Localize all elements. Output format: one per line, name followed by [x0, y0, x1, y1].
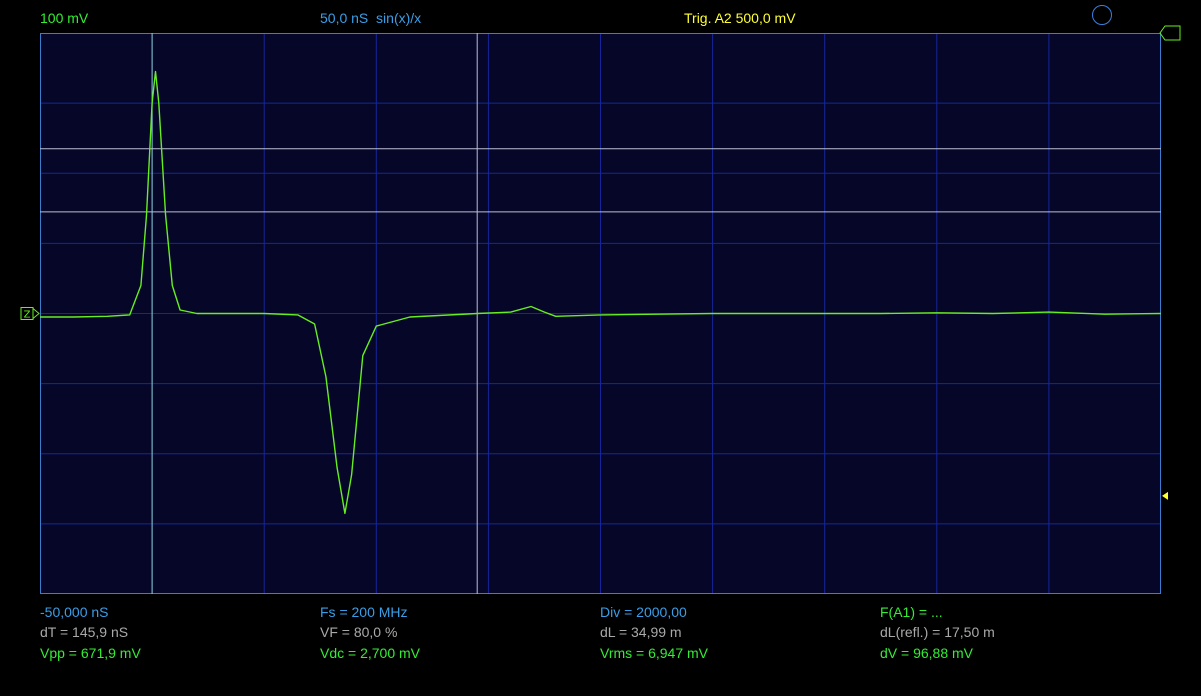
- ground-marker-label: Z: [24, 310, 31, 321]
- sample-rate: Fs = 200 MHz: [320, 604, 408, 620]
- vpp: Vpp = 671,9 mV: [40, 645, 141, 661]
- vdc: Vdc = 2,700 mV: [320, 645, 421, 661]
- vrms: Vrms = 6,947 mV: [600, 645, 709, 661]
- trigger-level-arrow-icon[interactable]: [1162, 491, 1168, 500]
- delta-l: dL = 34,99 m: [600, 624, 682, 640]
- function-value[interactable]: F(A1) = ...: [880, 604, 943, 620]
- division: Div = 2000,00: [600, 604, 687, 620]
- channel-ground-marker-icon[interactable]: Z: [20, 307, 40, 321]
- ground-marker-pointer: [32, 308, 40, 319]
- oscilloscope-screen[interactable]: Z: [0, 0, 1201, 696]
- delta-t: dT = 145,9 nS: [40, 624, 129, 640]
- delta-l-reflected: dL(refl.) = 17,50 m: [880, 624, 995, 640]
- trigger-position-arrow-icon[interactable]: [1159, 25, 1181, 41]
- time-offset: -50,000 nS: [40, 604, 109, 620]
- velocity-factor: VF = 80,0 %: [320, 624, 398, 640]
- delta-v: dV = 96,88 mV: [880, 645, 974, 661]
